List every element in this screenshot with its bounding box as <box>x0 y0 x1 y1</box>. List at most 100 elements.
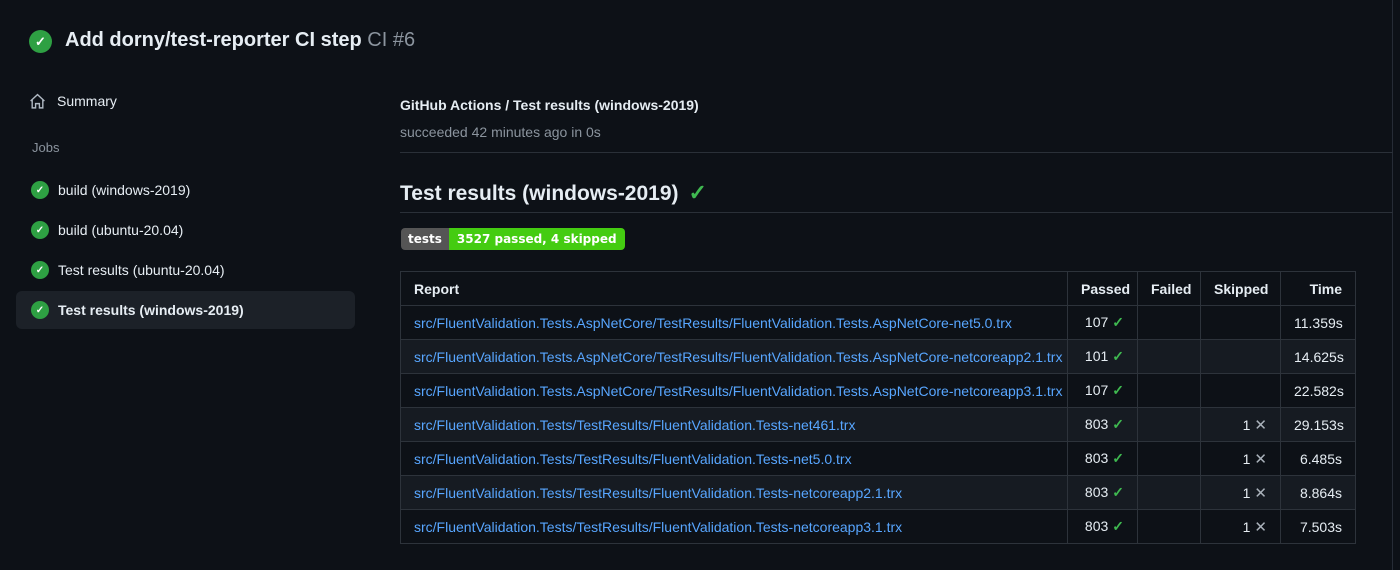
time-cell: 14.625s <box>1280 339 1356 374</box>
divider <box>400 152 1393 153</box>
report-cell: src/FluentValidation.Tests.AspNetCore/Te… <box>400 339 1068 374</box>
failed-cell <box>1137 441 1201 476</box>
report-heading-text: Test results (windows-2019) <box>400 182 679 205</box>
failed-cell <box>1137 407 1201 442</box>
check-icon: ✓ <box>1112 484 1124 500</box>
check-icon: ✓ <box>1112 348 1124 364</box>
report-link[interactable]: src/FluentValidation.Tests.AspNetCore/Te… <box>414 315 1012 331</box>
cross-icon: ✕ <box>1254 484 1267 502</box>
check-run-page: ✓ Add dorny/test-reporter CI step CI #6 … <box>0 0 1400 570</box>
check-icon: ✓ <box>1112 416 1124 432</box>
table-header-row: Report Passed Failed Skipped Time <box>400 271 1356 306</box>
report-cell: src/FluentValidation.Tests/TestResults/F… <box>400 407 1068 442</box>
column-header-failed: Failed <box>1137 271 1201 306</box>
success-check-circle-icon: ✓ <box>31 181 49 199</box>
skipped-cell <box>1200 373 1281 408</box>
table-row: src/FluentValidation.Tests.AspNetCore/Te… <box>400 373 1356 408</box>
table-row: src/FluentValidation.Tests/TestResults/F… <box>400 441 1356 476</box>
column-header-time: Time <box>1280 271 1356 306</box>
time-cell: 29.153s <box>1280 407 1356 442</box>
sidebar-item-job[interactable]: ✓ build (windows-2019) <box>16 171 355 209</box>
table-row: src/FluentValidation.Tests/TestResults/F… <box>400 475 1356 510</box>
skipped-cell: 1 ✕ <box>1200 407 1281 442</box>
success-check-icon: ✓ <box>688 180 707 205</box>
cross-icon: ✕ <box>1254 416 1267 434</box>
time-cell: 6.485s <box>1280 441 1356 476</box>
report-cell: src/FluentValidation.Tests/TestResults/F… <box>400 475 1068 510</box>
report-cell: src/FluentValidation.Tests/TestResults/F… <box>400 441 1068 476</box>
column-header-skipped: Skipped <box>1200 271 1281 306</box>
skipped-cell: 1 ✕ <box>1200 475 1281 510</box>
check-icon: ✓ <box>1112 382 1124 398</box>
report-link[interactable]: src/FluentValidation.Tests/TestResults/F… <box>414 519 902 535</box>
passed-cell: 803 ✓ <box>1067 475 1138 510</box>
run-title-text: Add dorny/test-reporter CI step <box>65 29 362 51</box>
report-link[interactable]: src/FluentValidation.Tests/TestResults/F… <box>414 417 855 433</box>
jobs-section-label: Jobs <box>32 140 60 155</box>
jobs-list: ✓ build (windows-2019) ✓ build (ubuntu-20.0… <box>16 171 355 331</box>
sidebar-item-summary[interactable]: Summary <box>16 84 355 118</box>
time-cell: 7.503s <box>1280 509 1356 544</box>
run-title: Add dorny/test-reporter CI step CI #6 <box>65 29 415 52</box>
job-label: Test results (ubuntu-20.04) <box>58 262 225 278</box>
cross-icon: ✕ <box>1254 450 1267 468</box>
failed-cell <box>1137 339 1201 374</box>
pane-divider <box>1392 0 1393 570</box>
report-link[interactable]: src/FluentValidation.Tests/TestResults/F… <box>414 485 902 501</box>
job-label: Test results (windows-2019) <box>58 302 244 318</box>
success-check-circle-icon: ✓ <box>31 221 49 239</box>
status-text: succeeded 42 minutes ago in 0s <box>400 124 601 140</box>
passed-cell: 803 ✓ <box>1067 509 1138 544</box>
passed-cell: 101 ✓ <box>1067 339 1138 374</box>
badge-value: 3527 passed, 4 skipped <box>448 228 625 250</box>
divider <box>400 212 1393 213</box>
success-check-circle-icon: ✓ <box>31 301 49 319</box>
sidebar-item-job[interactable]: ✓ Test results (ubuntu-20.04) <box>16 251 355 289</box>
failed-cell <box>1137 305 1201 340</box>
passed-cell: 803 ✓ <box>1067 441 1138 476</box>
report-heading: Test results (windows-2019) ✓ <box>400 180 707 206</box>
summary-label: Summary <box>57 93 117 109</box>
passed-cell: 803 ✓ <box>1067 407 1138 442</box>
time-cell: 8.864s <box>1280 475 1356 510</box>
table-row: src/FluentValidation.Tests.AspNetCore/Te… <box>400 305 1356 340</box>
run-number: CI #6 <box>367 29 416 51</box>
report-link[interactable]: src/FluentValidation.Tests.AspNetCore/Te… <box>414 383 1062 399</box>
success-check-circle-icon: ✓ <box>31 261 49 279</box>
column-header-passed: Passed <box>1067 271 1138 306</box>
job-label: build (windows-2019) <box>58 182 191 198</box>
column-header-report: Report <box>400 271 1068 306</box>
report-cell: src/FluentValidation.Tests/TestResults/F… <box>400 509 1068 544</box>
badge-label: tests <box>401 228 449 250</box>
passed-cell: 107 ✓ <box>1067 373 1138 408</box>
test-results-table: Report Passed Failed Skipped Time src/Fl… <box>400 271 1356 544</box>
home-icon <box>30 93 45 109</box>
job-label: build (ubuntu-20.04) <box>58 222 184 238</box>
skipped-cell: 1 ✕ <box>1200 441 1281 476</box>
sidebar-item-job[interactable]: ✓ Test results (windows-2019) <box>16 291 355 329</box>
table-row: src/FluentValidation.Tests/TestResults/F… <box>400 407 1356 442</box>
skipped-cell <box>1200 339 1281 374</box>
table-row: src/FluentValidation.Tests/TestResults/F… <box>400 509 1356 544</box>
cross-icon: ✕ <box>1254 518 1267 536</box>
skipped-cell: 1 ✕ <box>1200 509 1281 544</box>
time-cell: 11.359s <box>1280 305 1356 340</box>
failed-cell <box>1137 509 1201 544</box>
success-check-circle-icon: ✓ <box>29 30 52 53</box>
failed-cell <box>1137 373 1201 408</box>
report-cell: src/FluentValidation.Tests.AspNetCore/Te… <box>400 373 1068 408</box>
check-icon: ✓ <box>1112 518 1124 534</box>
tests-badge: tests 3527 passed, 4 skipped <box>401 228 625 250</box>
check-icon: ✓ <box>1112 314 1124 330</box>
check-icon: ✓ <box>1112 450 1124 466</box>
skipped-cell <box>1200 305 1281 340</box>
passed-cell: 107 ✓ <box>1067 305 1138 340</box>
report-cell: src/FluentValidation.Tests.AspNetCore/Te… <box>400 305 1068 340</box>
time-cell: 22.582s <box>1280 373 1356 408</box>
report-link[interactable]: src/FluentValidation.Tests.AspNetCore/Te… <box>414 349 1062 365</box>
table-row: src/FluentValidation.Tests.AspNetCore/Te… <box>400 339 1356 374</box>
breadcrumb: GitHub Actions / Test results (windows-2… <box>400 97 699 113</box>
report-link[interactable]: src/FluentValidation.Tests/TestResults/F… <box>414 451 852 467</box>
run-header: ✓ Add dorny/test-reporter CI step CI #6 <box>0 0 1400 70</box>
sidebar-item-job[interactable]: ✓ build (ubuntu-20.04) <box>16 211 355 249</box>
